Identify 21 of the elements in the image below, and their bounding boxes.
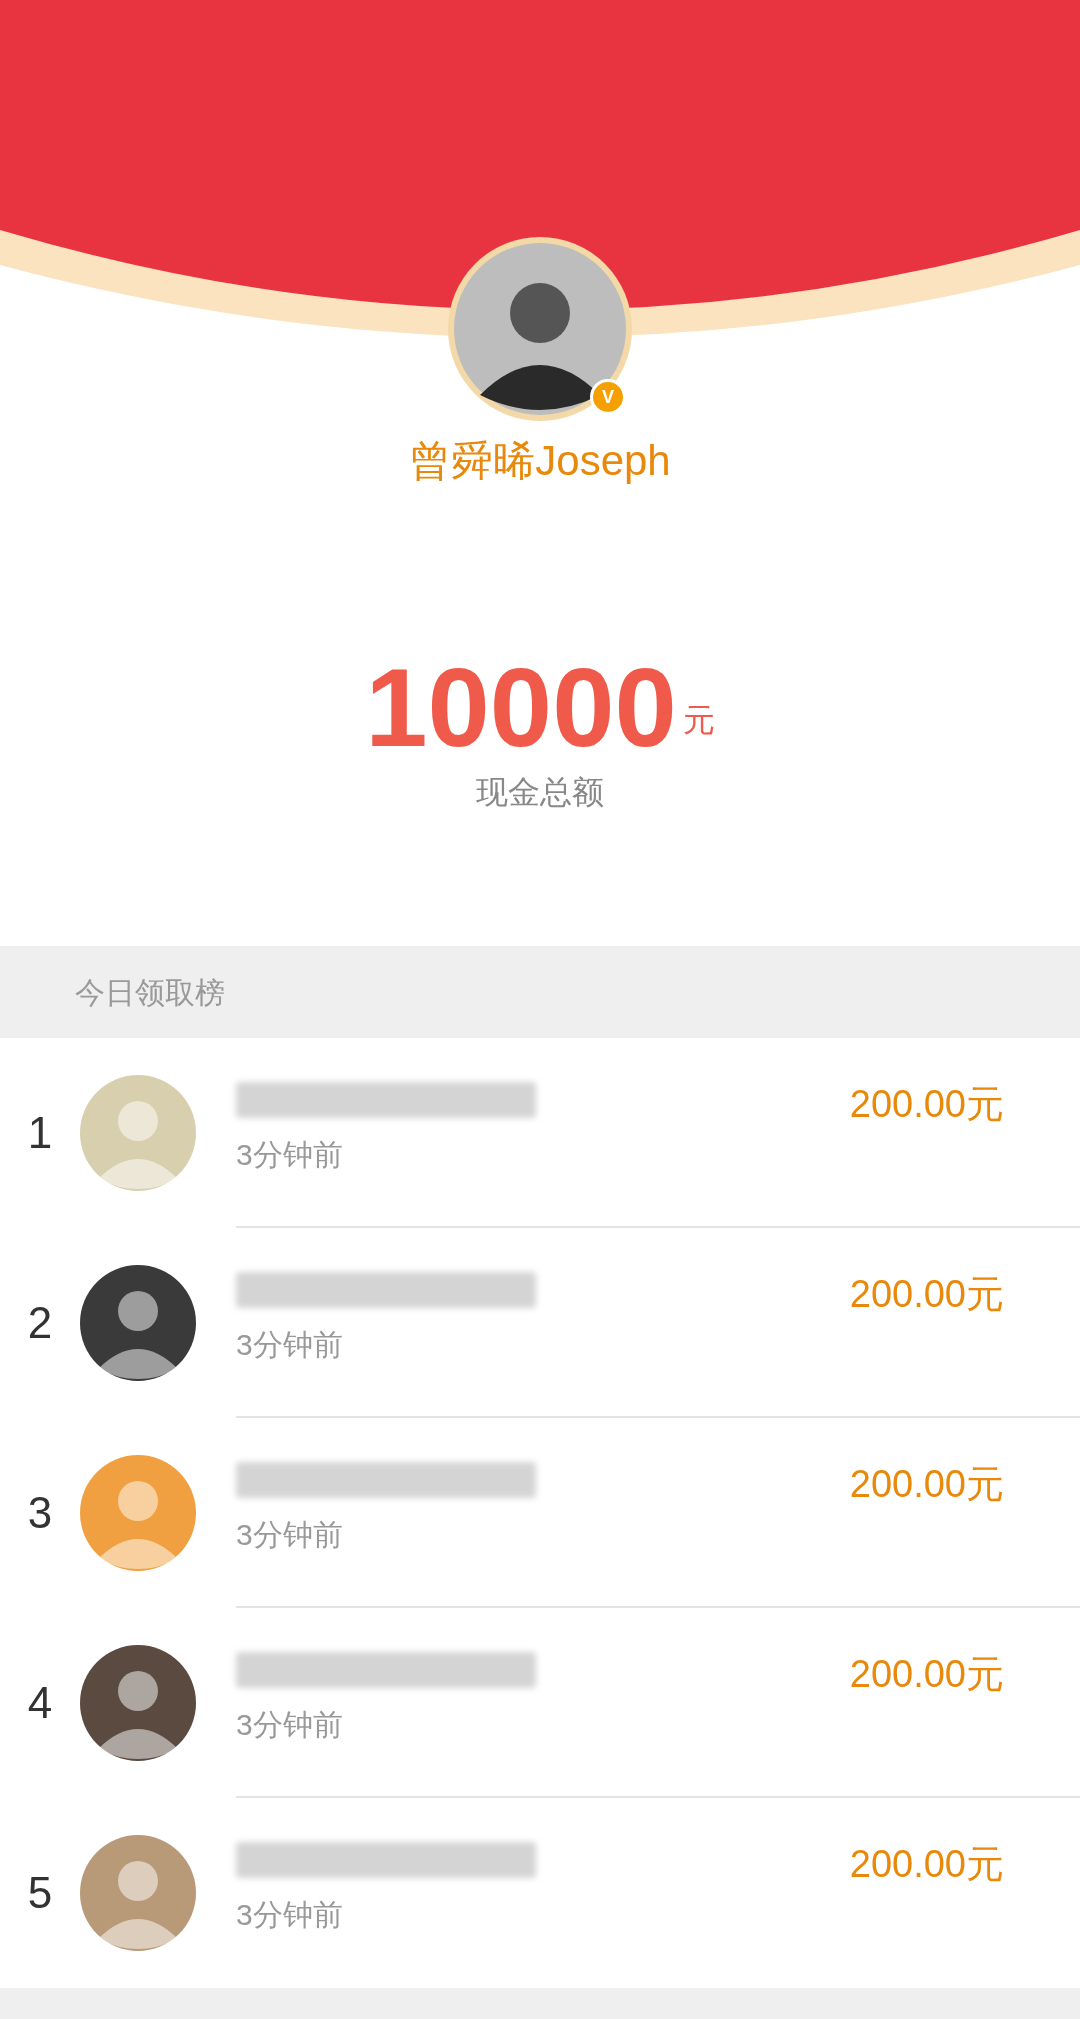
claim-amount: 200.00元	[849, 1272, 1004, 1317]
total-label: 现金总额	[475, 773, 605, 812]
claim-time: 3分钟前	[236, 1707, 344, 1743]
claim-amount: 200.00元	[849, 1462, 1004, 1507]
claim-amount: 200.00元	[849, 1652, 1004, 1697]
rank-number: 1	[26, 1107, 54, 1159]
rank-number: 5	[26, 1867, 54, 1919]
rank-number: 3	[26, 1487, 54, 1539]
claim-time: 3分钟前	[236, 1137, 344, 1173]
claim-time: 3分钟前	[236, 1327, 344, 1363]
rank-number: 4	[26, 1677, 54, 1729]
total-amount: 10000	[365, 652, 677, 764]
rank-number: 2	[26, 1297, 54, 1349]
claim-time: 3分钟前	[236, 1897, 344, 1933]
claim-amount: 200.00元	[849, 1082, 1004, 1127]
section-title: 今日领取榜	[75, 974, 225, 1011]
currency-unit: 元	[682, 701, 715, 740]
claim-time: 3分钟前	[236, 1517, 344, 1553]
claim-amount: 200.00元	[849, 1842, 1004, 1887]
profile-name: 曾舜晞Joseph	[408, 440, 672, 482]
verified-badge: V	[590, 379, 626, 415]
